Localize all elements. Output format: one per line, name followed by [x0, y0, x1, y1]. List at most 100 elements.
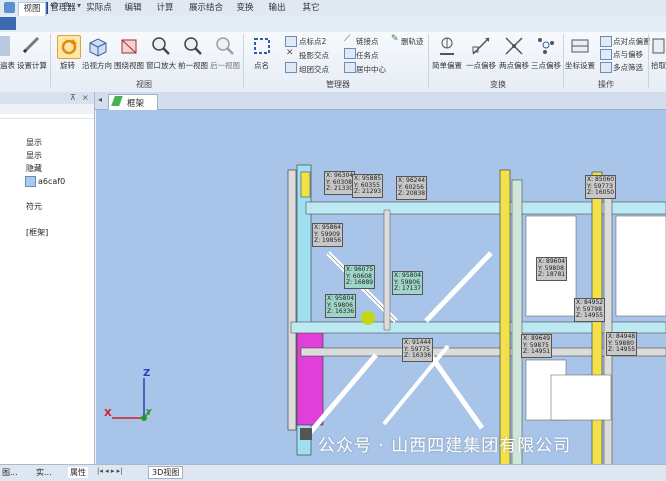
point-name2-button[interactable]: 点标点2	[299, 36, 326, 47]
property-value[interactable]: 显示	[26, 137, 42, 148]
tab-scroll-icon[interactable]: ◂	[98, 95, 102, 104]
multi-pick-button[interactable]: 多点筛选	[613, 62, 643, 73]
coord-label[interactable]: X: 95804 Y: 59806 Z: 16336	[325, 294, 357, 318]
zoom-window-button[interactable]: 窗口放大	[146, 60, 176, 71]
properties-panel	[0, 92, 95, 464]
points-note-button[interactable]: 点与偏移	[613, 49, 643, 60]
coord-label[interactable]: X: 85060 Y: 59773 Z: 16050	[585, 175, 617, 199]
cube-icon[interactable]	[86, 35, 108, 57]
point-to-point-icon[interactable]	[600, 36, 612, 47]
property-value[interactable]: 隐藏	[26, 163, 42, 174]
app-icon[interactable]	[4, 2, 15, 13]
three-point-icon[interactable]	[535, 35, 557, 57]
coord-label[interactable]: X: 95885 Y: 60355 Z: 21293	[352, 174, 384, 198]
one-point-button[interactable]: 一点偏移	[466, 60, 496, 71]
point-name-icon[interactable]	[251, 35, 273, 57]
column	[300, 171, 311, 198]
column	[296, 329, 324, 426]
coord-label[interactable]: X: 95864 Y: 59909 Z: 19856	[312, 223, 344, 247]
property-value[interactable]: [框架]	[26, 227, 48, 238]
two-point-icon[interactable]	[503, 35, 525, 57]
file-menu-button[interactable]	[0, 17, 16, 30]
prev-view-button[interactable]: 前一视图	[178, 60, 208, 71]
coord-label[interactable]: X: 96304 Y: 60308 Z: 21330	[324, 171, 356, 195]
rotate-icon[interactable]	[57, 35, 81, 59]
pick-icon[interactable]	[651, 35, 666, 57]
single-label-icon[interactable]	[285, 62, 297, 73]
center-button[interactable]: 居中中心	[356, 64, 386, 75]
pin-icon[interactable]: ⊼	[70, 93, 76, 102]
points-note-icon[interactable]	[600, 49, 612, 60]
coord-label[interactable]: X: 84952 Y: 59798 Z: 14955	[574, 298, 606, 322]
rotate-center-button[interactable]: 围绕视图	[114, 60, 144, 71]
delete-trace-button[interactable]: 删轨迹	[401, 36, 424, 47]
tab-manager[interactable]: 管理器	[48, 2, 78, 15]
tab-view[interactable]: 视图	[18, 2, 46, 16]
mirror-button[interactable]: 投影交点	[299, 50, 329, 61]
menu-bar	[0, 15, 666, 33]
property-value[interactable]: 显示	[26, 150, 42, 161]
property-value[interactable]: a6caf0	[38, 177, 65, 186]
3d-view-tab[interactable]: 3D视图	[148, 466, 184, 479]
task-point-icon[interactable]	[344, 48, 356, 59]
multi-pick-icon[interactable]	[600, 62, 612, 73]
rotate-view-icon[interactable]	[118, 35, 140, 57]
simple-offset-icon[interactable]	[436, 35, 458, 57]
property-value[interactable]: 符元	[26, 201, 42, 212]
coord-set-button[interactable]: 坐标设置	[565, 60, 595, 71]
single-label-button[interactable]: 组团交点	[299, 64, 329, 75]
center-icon[interactable]	[344, 62, 356, 73]
axis-z-label: Z	[143, 368, 151, 379]
two-point-button[interactable]: 两点偏移	[499, 60, 529, 71]
bottom-left-tab[interactable]: 图...	[2, 467, 18, 478]
tab-combine[interactable]: 展示结合	[186, 2, 226, 15]
coord-label[interactable]: X: 96244 Y: 60256 Z: 20838	[396, 176, 428, 200]
ribbon-left-icon[interactable]	[0, 36, 10, 56]
close-icon[interactable]: ×	[82, 93, 89, 102]
mirror-icon[interactable]: ✕	[286, 48, 294, 58]
prev-view-icon[interactable]	[182, 35, 204, 57]
color-swatch[interactable]	[25, 176, 36, 187]
next-view-icon[interactable]	[214, 35, 236, 57]
three-point-button[interactable]: 三点偏移	[531, 60, 561, 71]
pencil-icon[interactable]	[20, 34, 42, 56]
coord-label[interactable]: X: 89604 Y: 59808 Z: 18781	[536, 257, 568, 281]
view-group-label: 视图	[136, 80, 152, 89]
coord-label[interactable]: X: 96075 Y: 60608 Z: 16889	[344, 265, 376, 289]
transform-group-label: 变换	[490, 80, 506, 89]
one-point-icon[interactable]	[470, 35, 492, 57]
view-direction-button[interactable]: 沿视方向	[82, 60, 112, 71]
next-view-button[interactable]: 后一视图	[210, 60, 240, 71]
rotate-button[interactable]: 旋转	[60, 60, 75, 71]
tab-edit[interactable]: 编辑	[120, 2, 146, 15]
pick-button[interactable]: 拾取	[651, 60, 666, 71]
zoom-window-icon[interactable]	[150, 35, 172, 57]
tab-calculate[interactable]: 计算	[152, 2, 178, 15]
model-canvas[interactable]	[96, 110, 666, 464]
coord-label[interactable]: X: 95804 Y: 59806 Z: 17137	[392, 271, 424, 295]
coord-label[interactable]: X: 84948 Y: 59880 Z: 14955	[606, 332, 638, 356]
point-to-point-button[interactable]: 点对点偏置	[613, 36, 651, 47]
link-icon[interactable]: ⟋	[344, 34, 350, 44]
coord-label[interactable]: X: 91444 Y: 59775 Z: 16336	[402, 338, 434, 362]
bottom-left-tab[interactable]: 实...	[36, 467, 52, 478]
stair	[550, 374, 612, 421]
link-button[interactable]: 链接点	[356, 36, 379, 47]
delete-trace-icon[interactable]: ✎	[391, 34, 399, 44]
nav-first-icon[interactable]: |◂ ◂ ▸ ▸|	[97, 467, 122, 475]
properties-tab[interactable]: 属性	[68, 467, 88, 478]
simple-offset-button[interactable]: 简单偏置	[432, 60, 462, 71]
task-point-button[interactable]: 任务点	[356, 50, 379, 61]
watermark: 公众号 · 山西四建集团有限公司	[318, 436, 572, 456]
column	[287, 169, 297, 431]
ribbon-partial-label-2: 设置计算	[17, 61, 47, 70]
coord-set-icon[interactable]	[569, 35, 591, 57]
tab-transform[interactable]: 变换	[232, 2, 258, 15]
tab-other[interactable]: 其它	[298, 2, 324, 15]
point-name2-icon[interactable]	[285, 36, 297, 47]
point-name-button[interactable]: 点名	[254, 60, 269, 71]
coord-label[interactable]: X: 89649 Y: 59875 Z: 14951	[521, 334, 553, 358]
tab-output[interactable]: 输出	[264, 2, 290, 15]
tab-actual-point[interactable]: 实际点	[84, 2, 114, 15]
3d-viewport[interactable]: X: 96304 Y: 60308 Z: 21330 X: 95885 Y: 6…	[96, 110, 666, 464]
